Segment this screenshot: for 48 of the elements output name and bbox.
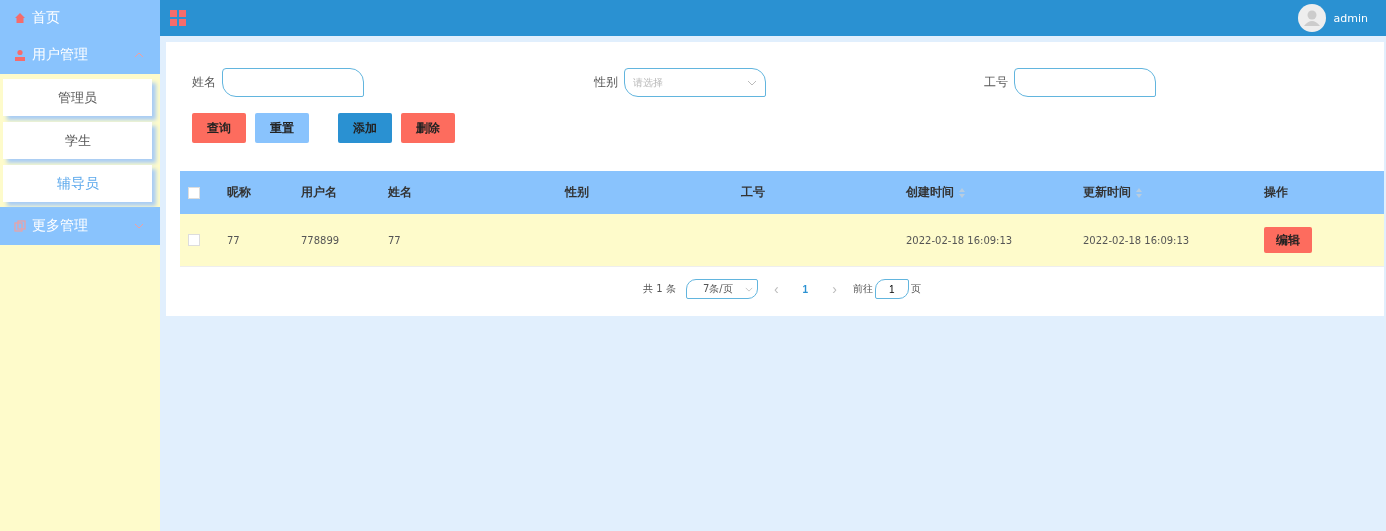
column-header: 操作 bbox=[1264, 184, 1288, 201]
user-icon bbox=[14, 49, 26, 61]
column-header[interactable]: 更新时间 bbox=[1083, 184, 1142, 201]
column-header: 用户名 bbox=[301, 184, 337, 201]
page-size-select[interactable]: 7条/页 bbox=[685, 279, 758, 299]
input-field[interactable] bbox=[222, 68, 364, 97]
page-suffix: 页 bbox=[910, 282, 921, 296]
table-cell: 77 bbox=[388, 234, 401, 246]
chevron-up-icon bbox=[134, 52, 144, 58]
menu-label: 首页 bbox=[32, 9, 61, 27]
home-icon bbox=[14, 12, 26, 24]
chevron-down-icon bbox=[744, 286, 753, 292]
sort-icon[interactable] bbox=[1136, 187, 1142, 198]
column-header[interactable]: 创建时间 bbox=[906, 184, 965, 201]
menu-label: 用户管理 bbox=[32, 46, 89, 64]
user-name[interactable]: admin bbox=[1333, 11, 1368, 25]
filter-label: 工号 bbox=[984, 74, 1008, 91]
filter-label: 性别 bbox=[594, 74, 618, 91]
copy-icon bbox=[14, 220, 26, 232]
column-header: 工号 bbox=[741, 184, 765, 201]
chevron-down-icon bbox=[747, 79, 757, 86]
menu-label: 更多管理 bbox=[32, 217, 89, 235]
page-number[interactable]: 1 bbox=[794, 283, 817, 295]
goto-label: 前往 bbox=[852, 282, 873, 296]
submenu-item[interactable]: 学生 bbox=[3, 122, 152, 159]
column-header: 昵称 bbox=[227, 184, 251, 201]
goto-page-field[interactable]: 1 bbox=[874, 279, 909, 299]
checkbox[interactable] bbox=[188, 186, 200, 199]
chevron-down-icon bbox=[134, 223, 144, 229]
action-button[interactable]: 重置 bbox=[255, 113, 309, 143]
table-cell: 2022-02-18 16:09:13 bbox=[1083, 234, 1190, 246]
table-cell: 77 bbox=[227, 234, 240, 246]
table-cell: 2022-02-18 16:09:13 bbox=[906, 234, 1013, 246]
total-count: 共 1 条 bbox=[643, 282, 676, 296]
column-header: 姓名 bbox=[388, 184, 412, 201]
action-button[interactable]: 删除 bbox=[401, 113, 455, 143]
sort-icon[interactable] bbox=[959, 187, 965, 198]
filter-label: 姓名 bbox=[192, 74, 216, 91]
column-header: 性别 bbox=[565, 184, 589, 201]
action-button[interactable]: 查询 bbox=[192, 113, 246, 143]
grid-icon[interactable] bbox=[170, 10, 186, 26]
input-field[interactable] bbox=[1014, 68, 1156, 97]
submenu-item[interactable]: 管理员 bbox=[3, 79, 152, 116]
edit-button[interactable]: 编辑 bbox=[1264, 227, 1312, 253]
action-button[interactable]: 添加 bbox=[338, 113, 392, 143]
table-cell: 778899 bbox=[301, 234, 340, 246]
avatar-icon[interactable] bbox=[1297, 4, 1326, 32]
checkbox[interactable] bbox=[188, 234, 200, 246]
